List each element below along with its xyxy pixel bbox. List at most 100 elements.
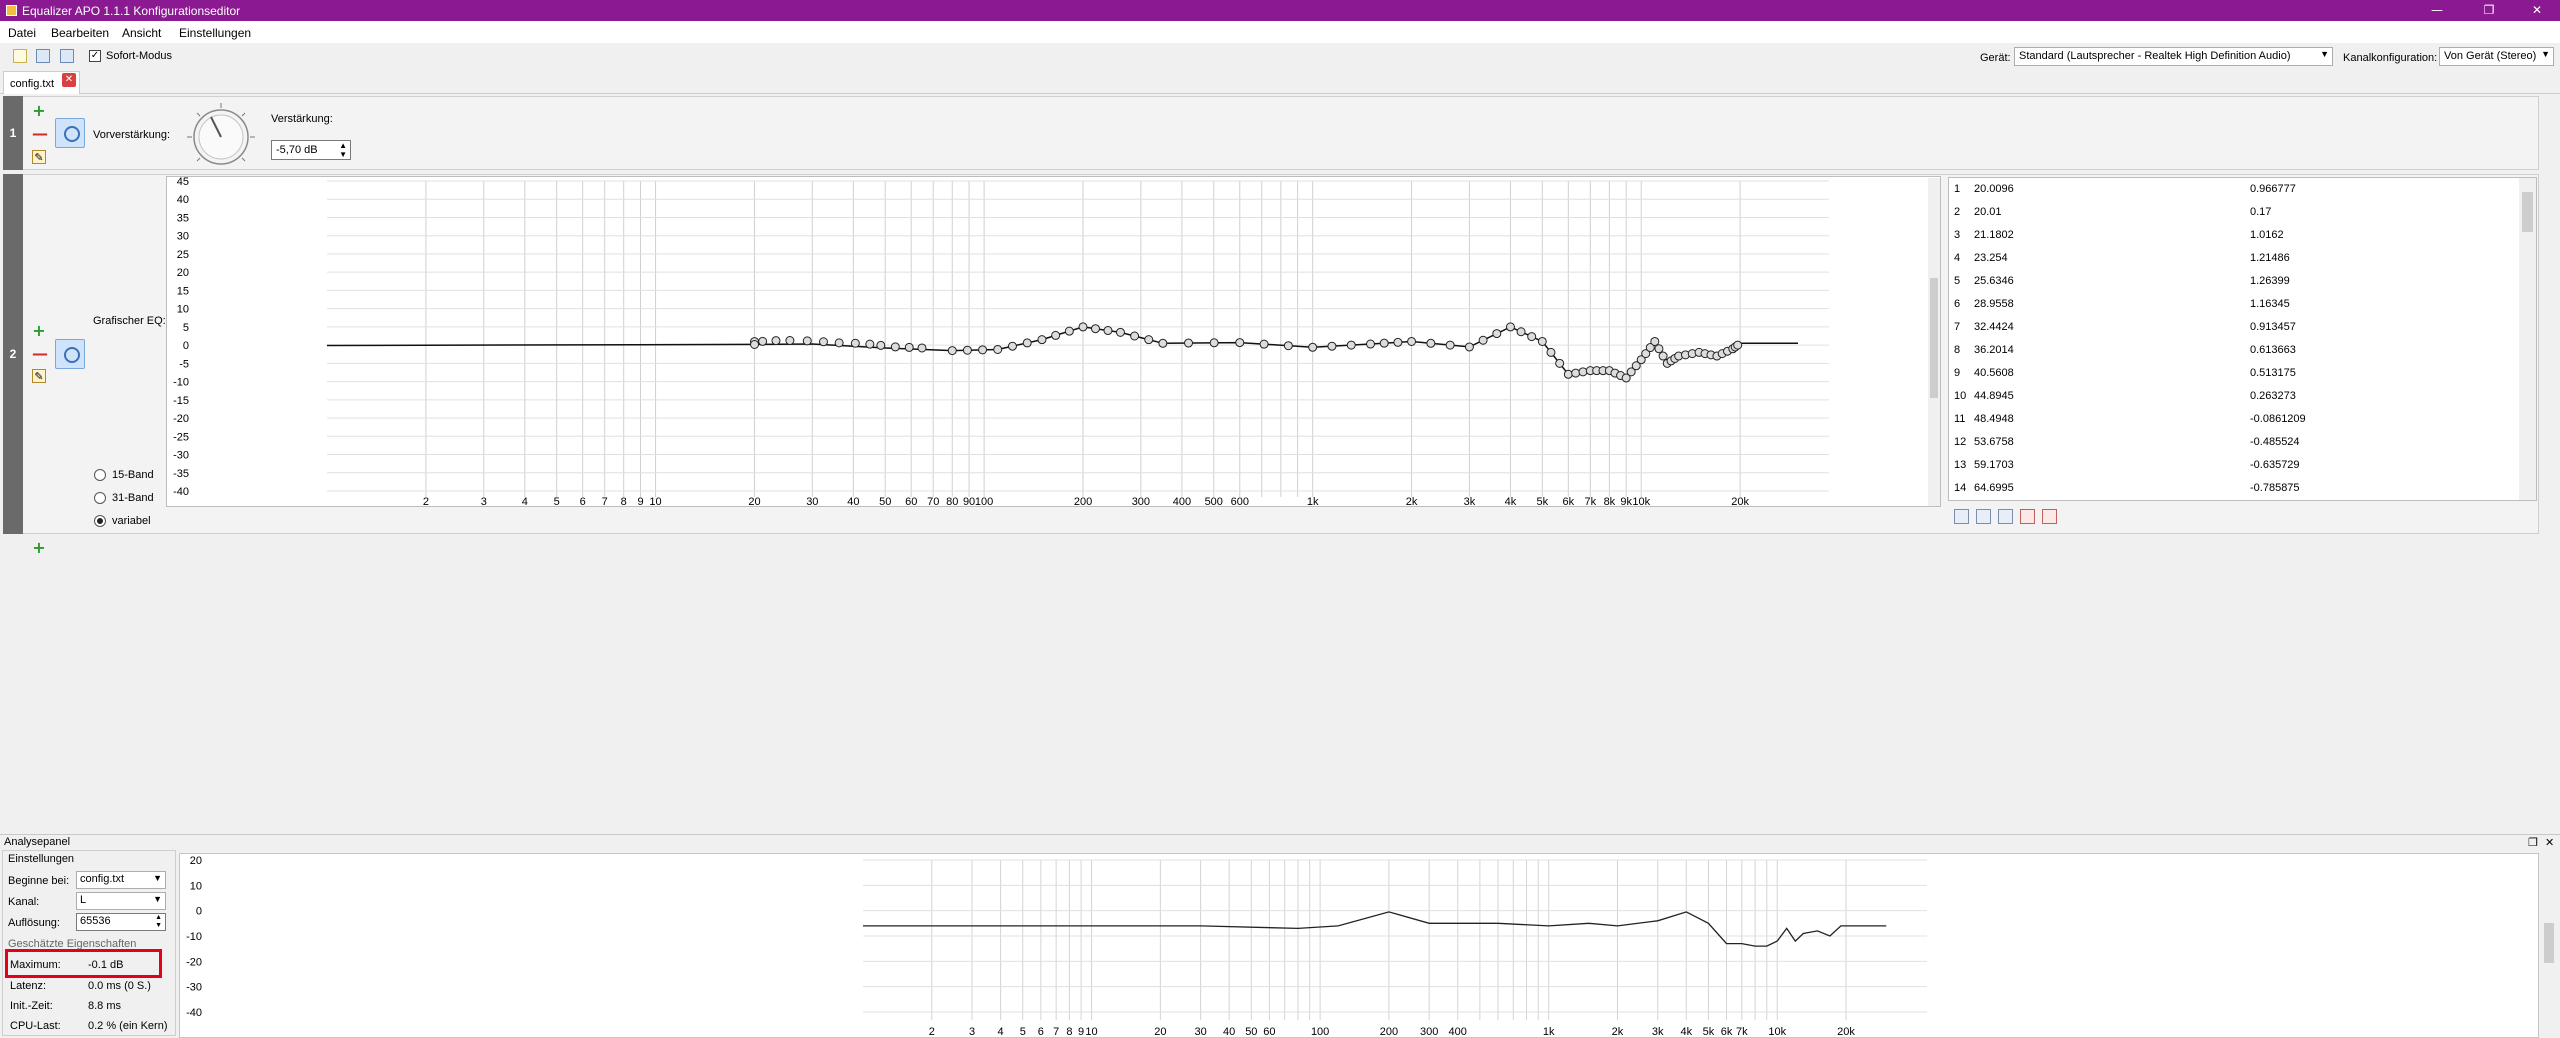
eq-point	[1235, 338, 1245, 348]
add-filter-icon[interactable]: +	[32, 540, 46, 556]
eq-point	[1733, 340, 1743, 350]
table-row[interactable]: 11 48.4948 -0.0861209	[1949, 408, 2519, 431]
y-tick-label: 10	[190, 880, 202, 892]
channel-config-label: Kanalkonfiguration:	[2343, 52, 2438, 64]
menu-einstellungen[interactable]: Einstellungen	[179, 26, 251, 40]
menu-bearbeiten[interactable]: Bearbeiten	[51, 26, 109, 40]
resolution-spinbox[interactable]: 65536 ▲ ▼	[76, 913, 166, 931]
save-icon[interactable]	[36, 49, 50, 63]
new-file-icon[interactable]	[13, 49, 27, 63]
load-table-icon[interactable]	[1998, 509, 2013, 524]
table-row[interactable]: 1 20.0096 0.966777	[1949, 178, 2519, 201]
x-tick-label: 4k	[1505, 496, 1517, 507]
scrollbar-thumb[interactable]	[2544, 923, 2554, 963]
instant-mode-checkbox[interactable]: ✓	[89, 50, 101, 62]
add-filter-icon[interactable]: +	[32, 103, 46, 119]
undock-icon[interactable]: ❐	[2528, 836, 2538, 849]
eq-point	[1571, 368, 1581, 378]
x-tick-label: 30	[1194, 1026, 1206, 1038]
channel-select[interactable]: L ▼	[76, 892, 166, 910]
table-row[interactable]: 4 23.254 1.21486	[1949, 247, 2519, 270]
table-row[interactable]: 5 25.6346 1.26399	[1949, 270, 2519, 293]
invert-icon[interactable]	[2020, 509, 2035, 524]
table-cell-gain: -0.785875	[2250, 482, 2300, 494]
remove-filter-icon[interactable]: —	[32, 126, 48, 142]
table-cell-i: 2	[1954, 206, 1961, 218]
eq-point	[1393, 337, 1403, 347]
close-window-button[interactable]: ✕	[2514, 0, 2560, 21]
y-tick-label: 10	[177, 304, 189, 316]
menu-ansicht[interactable]: Ansicht	[122, 26, 161, 40]
scrollbar-thumb[interactable]	[2522, 192, 2533, 232]
x-tick-label: 9	[637, 496, 643, 507]
eq-point	[1654, 344, 1664, 354]
close-panel-icon[interactable]: ✕	[2545, 836, 2554, 849]
gain-spinbox[interactable]: -5,70 dB ▲ ▼	[271, 140, 351, 160]
minimize-button[interactable]: —	[2414, 0, 2460, 21]
table-row[interactable]: 14 64.6995 -0.785875	[1949, 477, 2519, 500]
table-row[interactable]: 10 44.8945 0.263273	[1949, 385, 2519, 408]
eq-point	[1130, 331, 1140, 341]
device-select[interactable]: Standard (Lautsprecher - Realtek High De…	[2014, 47, 2333, 66]
import-table-icon[interactable]	[1976, 509, 1991, 524]
x-tick-label: 10	[1085, 1026, 1097, 1038]
eq-points-table[interactable]: 1 20.0096 0.966777 2 20.01 0.17 3 21.1802 1.0162…	[1948, 177, 2537, 501]
x-tick-label: 5	[554, 496, 560, 507]
table-row[interactable]: 9 40.5608 0.513175	[1949, 362, 2519, 385]
save-table-icon[interactable]	[1954, 509, 1969, 524]
table-row[interactable]: 3 21.1802 1.0162	[1949, 224, 2519, 247]
save-all-icon[interactable]	[60, 49, 74, 63]
menu-datei[interactable]: Datei	[8, 26, 36, 40]
init-time-value: 8.8 ms	[88, 1000, 122, 1012]
x-tick-label: 5k	[1536, 496, 1548, 507]
table-scrollbar[interactable]	[2519, 178, 2536, 500]
table-row[interactable]: 7 32.4424 0.913457	[1949, 316, 2519, 339]
graph-scrollbar[interactable]	[1928, 178, 1940, 506]
radio-variable-label: variabel	[112, 515, 151, 527]
analysis-scrollbar[interactable]	[2541, 853, 2557, 1036]
power-toggle-icon[interactable]	[55, 118, 85, 148]
table-cell-gain: 0.966777	[2250, 183, 2296, 195]
eq-point	[1183, 338, 1193, 348]
eq-point	[1407, 336, 1417, 346]
table-cell-gain: -0.0861209	[2250, 413, 2306, 425]
radio-15-band[interactable]	[94, 469, 106, 481]
eq-point	[904, 342, 914, 352]
eq-point	[1445, 340, 1455, 350]
init-time-label: Init.-Zeit:	[10, 1000, 53, 1012]
x-tick-label: 1k	[1307, 496, 1319, 507]
x-tick-label: 3	[481, 496, 487, 507]
channel-config-select[interactable]: Von Gerät (Stereo) ▼	[2439, 47, 2554, 66]
title-bar: Equalizer APO 1.1.1 Konfigurationseditor…	[0, 0, 2560, 21]
restore-button[interactable]: ❐	[2466, 0, 2512, 21]
x-tick-label: 8k	[1604, 496, 1616, 507]
table-row[interactable]: 12 53.6758 -0.485524	[1949, 431, 2519, 454]
reset-icon[interactable]	[2042, 509, 2057, 524]
table-cell-freq: 64.6995	[1974, 482, 2014, 494]
x-tick-label: 6	[580, 496, 586, 507]
add-filter-icon[interactable]: +	[32, 323, 46, 339]
x-tick-label: 300	[1132, 496, 1150, 507]
power-toggle-icon[interactable]	[55, 339, 85, 369]
remove-filter-icon[interactable]: —	[32, 346, 48, 362]
resolution-label: Auflösung:	[8, 917, 60, 929]
table-row[interactable]: 6 28.9558 1.16345	[1949, 293, 2519, 316]
eq-graph[interactable]: 454035302520151050-5-10-15-20-25-30-35-4…	[166, 176, 1941, 507]
table-row[interactable]: 8 36.2014 0.613663	[1949, 339, 2519, 362]
edit-filter-icon[interactable]: ✎	[32, 369, 46, 383]
tab-bar	[0, 70, 2560, 94]
radio-31-band[interactable]	[94, 492, 106, 504]
edit-filter-icon[interactable]: ✎	[32, 150, 46, 164]
x-tick-label: 400	[1449, 1026, 1467, 1038]
radio-variable[interactable]	[94, 515, 106, 527]
table-row[interactable]: 13 59.1703 -0.635729	[1949, 454, 2519, 477]
latency-value: 0.0 ms (0 S.)	[88, 980, 151, 992]
start-select[interactable]: config.txt ▼	[76, 871, 166, 889]
table-row[interactable]: 2 20.01 0.17	[1949, 201, 2519, 224]
scrollbar-thumb[interactable]	[1930, 278, 1938, 398]
y-tick-label: 0	[196, 906, 202, 918]
preamp-knob[interactable]	[185, 101, 257, 173]
close-tab-icon[interactable]: ✕	[62, 73, 76, 87]
analysis-graph[interactable]: 20100-10-20-30-402 3 4 5 6 7 8 9 10 20 30 40 50 60 100…	[179, 853, 2539, 1038]
x-tick-label: 80	[946, 496, 958, 507]
